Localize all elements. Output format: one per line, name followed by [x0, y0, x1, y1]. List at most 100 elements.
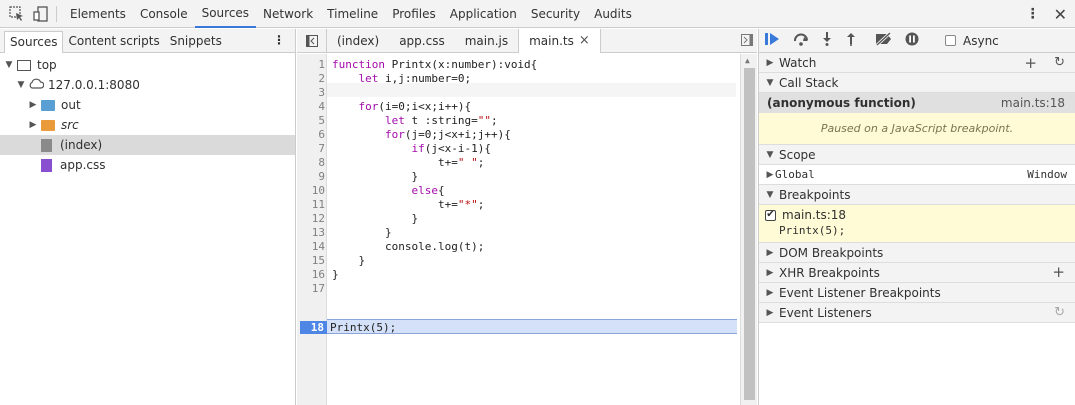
collapsed-triangle-icon: ▶: [29, 100, 37, 110]
breakpoint-marker[interactable]: 18: [300, 321, 327, 334]
editor-tab-label: main.ts: [529, 33, 574, 48]
scope-section-header[interactable]: ▼ Scope: [759, 145, 1075, 165]
add-watch-icon[interactable]: +: [1024, 54, 1037, 72]
expanded-triangle-icon: ▼: [766, 149, 774, 160]
checkbox-icon: [945, 35, 956, 46]
editor-tab-index[interactable]: (index): [327, 29, 389, 53]
tab-audits[interactable]: Audits: [587, 0, 639, 28]
breakpoint-entry[interactable]: ✔ main.ts:18 Printx(5);: [759, 205, 1075, 243]
editor-scrollbar[interactable]: ▲: [740, 54, 757, 405]
call-frame[interactable]: (anonymous function) main.ts:18: [759, 93, 1075, 113]
close-tab-icon[interactable]: ×: [579, 33, 590, 48]
tree-item-src[interactable]: ▶ src: [0, 115, 295, 135]
step-over-icon[interactable]: [793, 32, 809, 49]
collapsed-triangle-icon: ▶: [766, 267, 774, 278]
breakpoint-checkbox[interactable]: ✔: [765, 209, 776, 221]
line-number: 16: [311, 268, 325, 281]
code-line: if(j<x-i-1){: [411, 142, 491, 155]
panel-tabs: Elements Console Sources Network Timelin…: [63, 0, 639, 28]
code-line: for(j=0;j<x+i;j++){: [384, 128, 511, 141]
line-number: 1: [318, 58, 325, 71]
section-title: Call Stack: [779, 75, 839, 90]
tree-item-index[interactable]: (index): [0, 135, 295, 155]
tab-security[interactable]: Security: [524, 0, 587, 28]
inspect-element-icon[interactable]: [8, 5, 26, 23]
file-tree: ▼ top ▼ 127.0.0.1:8080 ▶ out ▶ src (inde…: [0, 53, 295, 175]
folder-icon: [41, 99, 55, 111]
line-number: 11: [311, 198, 325, 211]
editor-tabs: (index) app.css main.js main.ts ×: [297, 28, 757, 53]
editor-tab-appcss[interactable]: app.css: [389, 29, 455, 53]
resume-icon[interactable]: [765, 32, 781, 49]
code-line: }: [332, 170, 419, 183]
refresh-event-listeners-icon[interactable]: ↻: [1054, 305, 1065, 320]
xhr-breakpoints-section-header[interactable]: ▶ XHR Breakpoints +: [759, 263, 1075, 283]
editor-tab-maints[interactable]: main.ts ×: [518, 28, 601, 53]
line-number: 6: [318, 128, 325, 141]
async-checkbox[interactable]: Async: [945, 34, 999, 48]
code-line: let i,j:number=0;: [358, 72, 472, 85]
expanded-triangle-icon: ▼: [766, 77, 774, 88]
event-listener-breakpoints-section-header[interactable]: ▶ Event Listener Breakpoints: [759, 283, 1075, 303]
debugger-toolbar: Async: [759, 29, 1075, 53]
close-devtools-icon[interactable]: ✕: [1054, 5, 1067, 24]
paused-message: Paused on a JavaScript breakpoint.: [759, 113, 1075, 145]
watch-section-header[interactable]: ▶ Watch + ↻: [759, 53, 1075, 73]
tree-item-host[interactable]: ▼ 127.0.0.1:8080: [0, 75, 295, 95]
tab-console[interactable]: Console: [133, 0, 195, 28]
breakpoints-section-header[interactable]: ▼ Breakpoints: [759, 185, 1075, 205]
scope-global[interactable]: ▶ Global Window: [759, 165, 1075, 185]
step-out-icon[interactable]: [845, 32, 857, 49]
tree-item-appcss[interactable]: app.css: [0, 155, 295, 175]
step-into-icon[interactable]: [821, 32, 833, 49]
scrollbar-thumb[interactable]: [744, 68, 755, 400]
tree-item-out[interactable]: ▶ out: [0, 95, 295, 115]
event-listeners-section-header[interactable]: ▶ Event Listeners ↻: [759, 303, 1075, 323]
tree-item-top[interactable]: ▼ top: [0, 55, 295, 75]
call-stack-section-header[interactable]: ▼ Call Stack: [759, 73, 1075, 93]
section-title: Breakpoints: [779, 187, 851, 202]
section-title: Event Listeners: [779, 305, 872, 320]
deactivate-breakpoints-icon[interactable]: [875, 31, 893, 49]
add-xhr-breakpoint-icon[interactable]: +: [1052, 263, 1065, 281]
tab-content-scripts[interactable]: Content scripts: [63, 29, 164, 53]
code-line: let t :string="";: [384, 114, 498, 127]
section-title: Watch: [779, 55, 817, 70]
section-title: Scope: [779, 147, 816, 162]
tab-profiles[interactable]: Profiles: [385, 0, 443, 28]
line-number: 7: [318, 142, 325, 155]
code-line: }: [332, 226, 392, 239]
tab-snippets[interactable]: Snippets: [165, 29, 227, 53]
tab-sources[interactable]: Sources: [194, 0, 257, 28]
navigator-menu-icon[interactable]: ⋮: [273, 33, 285, 47]
collapsed-triangle-icon: ▶: [29, 120, 37, 130]
more-options-icon[interactable]: ⋮: [1026, 6, 1040, 22]
tab-navigator-sources[interactable]: Sources: [4, 30, 64, 53]
breakpoint-location: main.ts:18: [782, 208, 847, 222]
tab-timeline[interactable]: Timeline: [320, 0, 385, 28]
line-number: 10: [311, 184, 325, 197]
code-line: t+=" ";: [332, 156, 485, 169]
toggle-debugger-icon[interactable]: [741, 34, 753, 49]
dom-breakpoints-section-header[interactable]: ▶ DOM Breakpoints: [759, 243, 1075, 263]
code-line: }: [332, 254, 366, 267]
editor-tab-mainjs[interactable]: main.js: [455, 29, 518, 53]
tree-item-label: 127.0.0.1:8080: [48, 78, 140, 92]
line-number: 13: [311, 226, 325, 239]
code-editor[interactable]: 18 1 function Printx(x:number):void{ 2 l…: [297, 54, 757, 405]
device-mode-icon[interactable]: [32, 5, 50, 23]
scroll-up-icon[interactable]: ▲: [745, 56, 750, 65]
expanded-triangle-icon: ▼: [766, 189, 774, 200]
folder-icon: [41, 119, 55, 131]
tree-item-label: (index): [60, 138, 103, 152]
tab-network[interactable]: Network: [256, 0, 320, 28]
line-number: 17: [311, 282, 325, 295]
call-frame-location[interactable]: main.ts:18: [1001, 96, 1065, 110]
refresh-watch-icon[interactable]: ↻: [1054, 55, 1065, 70]
tab-elements[interactable]: Elements: [63, 0, 133, 28]
pause-on-exceptions-icon[interactable]: [905, 32, 919, 49]
tab-application[interactable]: Application: [443, 0, 524, 28]
toggle-navigator-icon[interactable]: [297, 28, 327, 53]
sidebar-empty-area: [759, 341, 1075, 405]
tree-item-label: out: [61, 98, 81, 112]
